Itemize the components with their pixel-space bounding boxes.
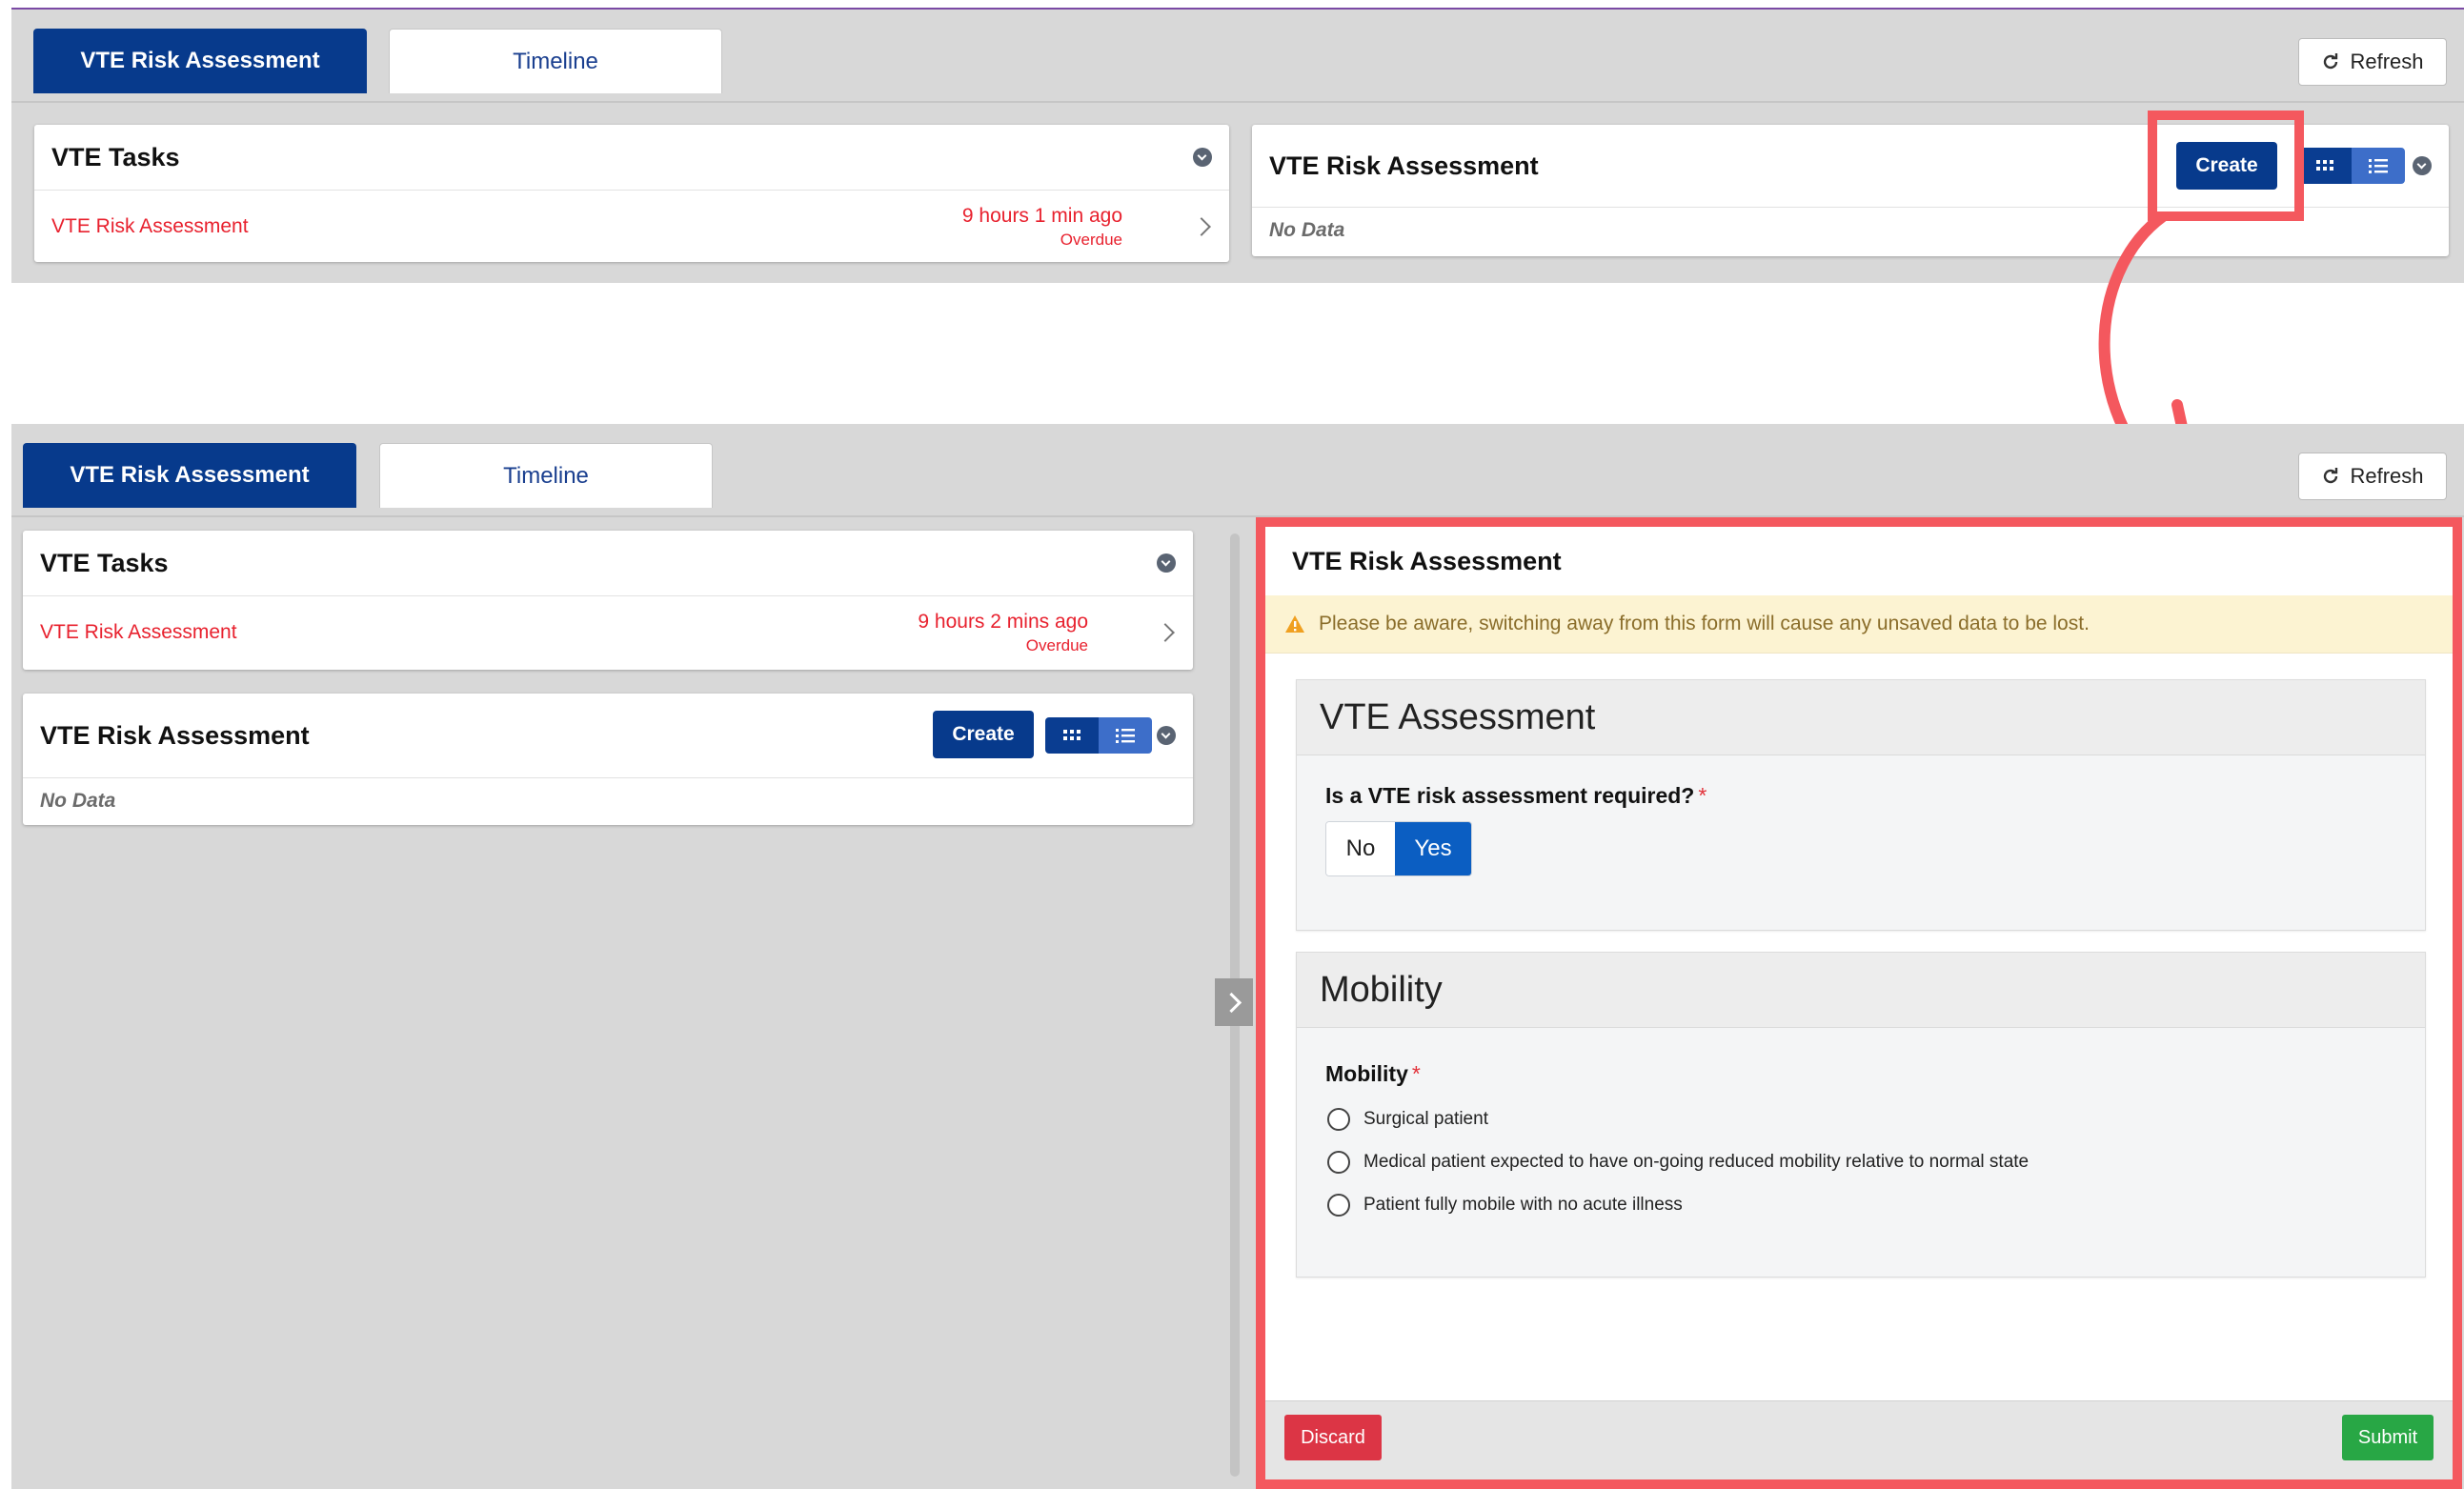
grid-view-button[interactable] (2298, 148, 2352, 184)
vte-tasks-header: VTE Tasks (23, 531, 1193, 596)
task-link-vte-risk-assessment[interactable]: VTE Risk Assessment (51, 215, 249, 238)
refresh-icon (2324, 468, 2338, 484)
list-view-icon (2369, 159, 2388, 173)
list-view-icon (1116, 729, 1135, 743)
task-time-ago: 9 hours 1 min ago (961, 205, 1122, 227)
overdue-badge: Overdue (1025, 636, 1088, 654)
tab-bar: VTE Risk Assessment Timeline Refresh (11, 10, 2464, 103)
vte-risk-assessment-title: VTE Risk Assessment (40, 720, 310, 750)
vte-risk-assessment-card: VTE Risk Assessment Create No Data (23, 694, 1193, 825)
splitter-chevron-icon[interactable] (1215, 978, 1253, 1026)
refresh-label: Refresh (2350, 50, 2424, 73)
view-toggle (1045, 717, 1152, 754)
tab-timeline[interactable]: Timeline (389, 29, 722, 93)
chevron-right-icon[interactable] (1192, 217, 1211, 236)
list-view-button[interactable] (1099, 717, 1152, 754)
chevron-down-circle-icon[interactable] (1157, 553, 1176, 573)
refresh-button[interactable]: Refresh (2298, 38, 2447, 86)
refresh-label: Refresh (2350, 464, 2424, 488)
vte-tasks-title: VTE Tasks (40, 548, 169, 577)
chevron-down-circle-icon[interactable] (1157, 726, 1176, 745)
task-row[interactable]: VTE Risk Assessment 9 hours 2 mins ago O… (23, 596, 1193, 669)
vte-risk-assessment-header: VTE Risk Assessment Create (23, 694, 1193, 778)
vte-tasks-header: VTE Tasks (34, 125, 1229, 191)
create-highlight-box (2148, 111, 2304, 221)
grid-view-icon (2316, 160, 2333, 171)
task-time: 9 hours 1 min ago Overdue (962, 204, 1122, 252)
chevron-down-circle-icon[interactable] (1193, 148, 1212, 167)
tab-timeline[interactable]: Timeline (379, 443, 713, 508)
list-view-button[interactable] (2352, 148, 2405, 184)
create-button[interactable]: Create (933, 711, 1034, 758)
grid-view-icon (1063, 730, 1081, 740)
tab-bar: VTE Risk Assessment Timeline Refresh (11, 424, 2464, 517)
no-data-text: No Data (40, 790, 116, 812)
chevron-right-icon[interactable] (1156, 623, 1175, 642)
view-toggle (2298, 148, 2405, 184)
tab-vte-risk-assessment[interactable]: VTE Risk Assessment (23, 443, 356, 508)
refresh-icon (2324, 53, 2338, 70)
vte-risk-assessment-title: VTE Risk Assessment (1269, 151, 1539, 180)
task-time-ago: 9 hours 2 mins ago (918, 611, 1088, 633)
chevron-down-circle-icon[interactable] (2413, 156, 2432, 175)
grid-view-button[interactable] (1045, 717, 1099, 754)
vte-tasks-title: VTE Tasks (51, 142, 180, 171)
vte-tasks-card: VTE Tasks VTE Risk Assessment 9 hours 1 … (34, 125, 1229, 262)
tab-vte-risk-assessment[interactable]: VTE Risk Assessment (33, 29, 367, 93)
task-link-vte-risk-assessment[interactable]: VTE Risk Assessment (40, 621, 237, 644)
refresh-button[interactable]: Refresh (2298, 453, 2447, 500)
vte-tasks-card: VTE Tasks VTE Risk Assessment 9 hours 2 … (23, 531, 1193, 670)
overdue-badge: Overdue (1060, 231, 1122, 249)
task-time: 9 hours 2 mins ago Overdue (918, 610, 1088, 657)
form-highlight-box (1256, 517, 2462, 1489)
task-row[interactable]: VTE Risk Assessment 9 hours 1 min ago Ov… (34, 191, 1229, 263)
